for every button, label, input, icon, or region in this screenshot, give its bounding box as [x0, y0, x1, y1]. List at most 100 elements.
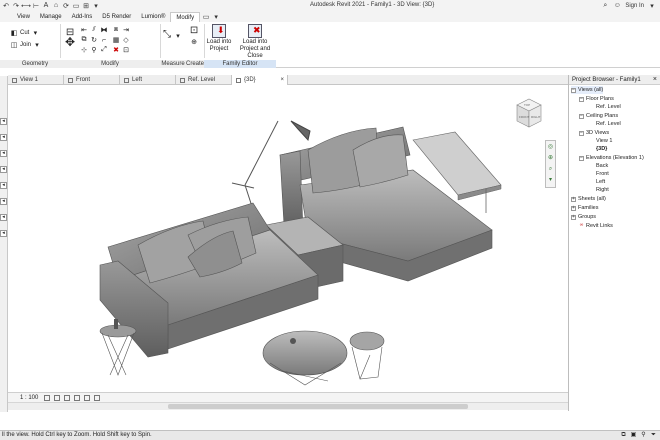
create-button[interactable]: ⊡ [190, 25, 198, 36]
tree-node-ceiling-ref-level[interactable]: Ref. Level [596, 120, 621, 128]
measure-button[interactable]: ⤡ [163, 29, 171, 40]
tree-node-ceiling-plans[interactable]: − Ceiling Plans [579, 112, 618, 120]
close-icon[interactable]: × [280, 77, 284, 83]
search-icon[interactable]: ⌕ [601, 1, 609, 10]
scale-icon[interactable]: ⤢ [100, 46, 108, 54]
customize-toolbar-icon[interactable]: ▾ [92, 1, 100, 10]
switch-windows-icon[interactable]: ⊞ [82, 1, 90, 10]
create-group-button[interactable]: ⊕ [190, 38, 198, 46]
palette-marker-icon[interactable]: ◂ [0, 134, 7, 141]
tree-node-3d[interactable]: {3D} [596, 145, 607, 153]
tree-node-elevations[interactable]: − Elevations (Elevation 1) [579, 154, 644, 162]
palette-marker-icon[interactable]: ◂ [0, 230, 7, 237]
aligned-dimension-icon[interactable]: ⊢ [32, 1, 40, 10]
visual-style-icon[interactable] [54, 394, 61, 401]
palette-marker-icon[interactable]: ◂ [0, 198, 7, 205]
measure-dropdown[interactable]: ▾ [174, 32, 182, 40]
select-pinned-icon[interactable]: ⚲ [640, 432, 647, 439]
select-links-icon[interactable]: ⧉ [620, 432, 627, 439]
view-tab-view-1[interactable]: View 1 [8, 75, 64, 85]
tree-node-groups[interactable]: + Groups [571, 213, 596, 221]
filter-icon[interactable]: ⏷ [650, 432, 657, 439]
cut-button[interactable]: ◧ Cut ▾ [10, 28, 39, 37]
shadows-icon[interactable] [74, 394, 81, 401]
split-icon[interactable]: ⊹ [80, 46, 88, 54]
tree-node-view-1[interactable]: View 1 [596, 137, 612, 145]
view-tab-left[interactable]: Left [120, 75, 176, 85]
sun-path-icon[interactable] [64, 394, 71, 401]
tree-node-3d-views[interactable]: − 3D Views [579, 129, 609, 137]
ribbon-display-icon[interactable]: ▭ [202, 13, 210, 22]
align-icon[interactable]: ⇤ [80, 26, 88, 34]
tab-lumion[interactable]: Lumion® [136, 12, 170, 22]
view-tab-3d[interactable]: {3D} × [232, 75, 288, 85]
palette-marker-icon[interactable]: ◂ [0, 150, 7, 157]
tree-node-revit-links[interactable]: ∞ Revit Links [579, 222, 613, 230]
tree-node-back[interactable]: Back [596, 162, 608, 170]
array-icon[interactable]: ▦ [112, 36, 120, 44]
3d-viewport[interactable]: TOP FRONT RIGHT ◎ ⊕ ⌕ ▾ [8, 85, 568, 392]
default-3d-view-icon[interactable]: ⌂ [52, 1, 60, 10]
load-into-project-close-button[interactable]: ✖ Load into Project and Close [234, 24, 276, 60]
collapse-icon[interactable]: − [579, 113, 584, 119]
match-icon[interactable]: ⊡ [122, 46, 130, 54]
tree-node-views-all[interactable]: − Views (all) [571, 86, 604, 94]
detail-level-icon[interactable] [44, 394, 51, 401]
rotate-icon[interactable]: ↻ [90, 36, 98, 44]
mirror-draw-icon[interactable]: ⧈ [112, 26, 120, 34]
expand-icon[interactable]: + [571, 214, 576, 220]
tree-node-families[interactable]: + Families [571, 204, 598, 212]
close-icon[interactable]: × [653, 75, 657, 85]
expand-icon[interactable]: + [571, 205, 576, 211]
mirror-axis-icon[interactable]: ⧓ [100, 26, 108, 34]
steering-wheel-icon[interactable]: ◎ [547, 144, 554, 151]
redo-icon[interactable]: ↷ [12, 1, 20, 10]
undo-icon[interactable]: ↶ [2, 1, 10, 10]
crop-view-icon[interactable] [84, 394, 91, 401]
sign-in-link[interactable]: Sign In [625, 3, 644, 9]
edit-type-icon[interactable]: ◂ [0, 118, 7, 125]
zoom-icon[interactable]: ⊕ [547, 155, 554, 162]
palette-marker-icon[interactable]: ◂ [0, 166, 7, 173]
view-tab-front[interactable]: Front [64, 75, 120, 85]
select-underlay-icon[interactable]: ▣ [630, 432, 637, 439]
offset-icon[interactable]: ⫽ [90, 26, 98, 34]
zoom-region-icon[interactable]: ⌕ [547, 166, 554, 173]
view-tab-ref-level[interactable]: Ref. Level [176, 75, 232, 85]
collapse-icon[interactable]: − [571, 87, 576, 93]
join-button[interactable]: ◫ Join ▾ [10, 40, 41, 49]
collapse-icon[interactable]: − [579, 155, 584, 161]
move-button[interactable]: ✥ [65, 35, 75, 49]
tree-node-front[interactable]: Front [596, 170, 609, 178]
unpin-icon[interactable]: ◇ [122, 36, 130, 44]
view-scale[interactable]: 1 : 100 [8, 395, 44, 401]
sync-icon[interactable]: ⟳ [62, 1, 70, 10]
tree-node-left[interactable]: Left [596, 178, 605, 186]
tab-modify[interactable]: Modify [170, 12, 201, 22]
horizontal-scrollbar[interactable] [8, 402, 568, 410]
tab-d5-render[interactable]: D5 Render [97, 12, 136, 22]
viewcube[interactable]: TOP FRONT RIGHT [513, 96, 545, 132]
delete-icon[interactable]: ✖ [112, 46, 120, 54]
measure-icon[interactable]: ⟷ [21, 1, 31, 10]
palette-marker-icon[interactable]: ◂ [0, 214, 7, 221]
collapse-icon[interactable]: − [579, 96, 584, 102]
trim-icon[interactable]: ⌐ [100, 36, 108, 44]
palette-marker-icon[interactable]: ◂ [0, 182, 7, 189]
properties-palette-edge[interactable]: ◂ ◂ ◂ ◂ ◂ ◂ ◂ ◂ [0, 76, 8, 412]
tab-view[interactable]: View [12, 12, 35, 22]
copy-icon[interactable]: ⧉ [80, 36, 88, 44]
ribbon-toggle-icon[interactable]: ▾ [212, 13, 220, 22]
collapse-icon[interactable]: − [579, 130, 584, 136]
tree-node-floor-plans[interactable]: − Floor Plans [579, 95, 614, 103]
tree-node-sheets[interactable]: + Sheets (all) [571, 195, 606, 203]
scrollbar-thumb[interactable] [168, 404, 468, 409]
temporary-hide-icon[interactable] [94, 394, 101, 401]
pin-icon[interactable]: ⚲ [90, 46, 98, 54]
load-into-project-button[interactable]: ⬇ Load into Project [206, 24, 232, 53]
extend-icon[interactable]: ⇥ [122, 26, 130, 34]
tree-node-right[interactable]: Right [596, 186, 609, 194]
chevron-down-icon[interactable]: ▾ [648, 1, 656, 10]
tab-manage[interactable]: Manage [35, 12, 67, 22]
close-hidden-windows-icon[interactable]: ▭ [72, 1, 80, 10]
